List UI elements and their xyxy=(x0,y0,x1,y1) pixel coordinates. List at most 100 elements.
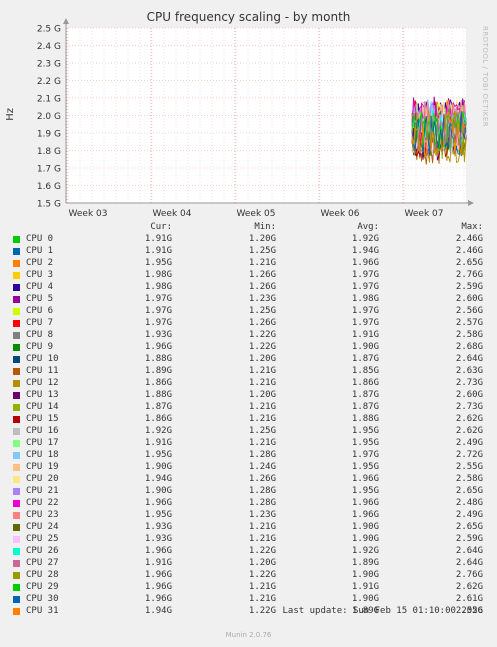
legend-min: 1.22G xyxy=(248,606,276,616)
legend-swatch xyxy=(13,548,20,555)
legend-row: CPU 12 1.86G 1.21G 1.86G 2.73G xyxy=(0,378,497,390)
legend-max: 2.56G xyxy=(455,306,483,316)
legend-swatch xyxy=(13,608,20,615)
legend-series-name: CPU 20 xyxy=(26,474,59,484)
legend-min: 1.20G xyxy=(248,234,276,244)
legend-avg: 1.91G xyxy=(351,330,379,340)
legend-max: 2.63G xyxy=(455,366,483,376)
y-tick-label: 1.9 G xyxy=(37,130,61,140)
legend-min: 1.22G xyxy=(248,546,276,556)
legend-min: 1.22G xyxy=(248,330,276,340)
legend-cur: 1.87G xyxy=(144,402,172,412)
legend-swatch xyxy=(13,440,20,447)
legend-cur: 1.96G xyxy=(144,594,172,604)
legend-max: 2.68G xyxy=(455,342,483,352)
legend-avg: 1.94G xyxy=(351,246,379,256)
legend-row: CPU 28 1.96G 1.22G 1.90G 2.76G xyxy=(0,570,497,582)
legend-max: 2.58G xyxy=(455,330,483,340)
legend-swatch xyxy=(13,536,20,543)
legend-min: 1.21G xyxy=(248,582,276,592)
legend-avg: 1.90G xyxy=(351,534,379,544)
legend-avg: 1.96G xyxy=(351,474,379,484)
legend-max: 2.62G xyxy=(455,426,483,436)
legend-max: 2.49G xyxy=(455,438,483,448)
legend-row: CPU 14 1.87G 1.21G 1.87G 2.73G xyxy=(0,402,497,414)
y-tick-label: 2.0 G xyxy=(37,112,61,122)
legend-swatch xyxy=(13,416,20,423)
legend-max: 2.73G xyxy=(455,378,483,388)
legend-avg: 1.96G xyxy=(351,498,379,508)
legend-cur: 1.95G xyxy=(144,450,172,460)
y-tick-label: 2.3 G xyxy=(37,60,61,70)
legend-avg: 1.95G xyxy=(351,426,379,436)
legend-row: CPU 10 1.88G 1.20G 1.87G 2.64G xyxy=(0,354,497,366)
legend-avg: 1.96G xyxy=(351,258,379,268)
legend-swatch xyxy=(13,344,20,351)
legend-series-name: CPU 21 xyxy=(26,486,59,496)
legend-avg: 1.90G xyxy=(351,522,379,532)
x-tick-label: Week 03 xyxy=(69,209,108,219)
legend-min: 1.21G xyxy=(248,594,276,604)
legend-series-name: CPU 23 xyxy=(26,510,59,520)
legend-avg: 1.89G xyxy=(351,558,379,568)
legend-max: 2.48G xyxy=(455,498,483,508)
legend-row: CPU 3 1.98G 1.26G 1.97G 2.76G xyxy=(0,270,497,282)
legend-min: 1.21G xyxy=(248,414,276,424)
legend-max: 2.61G xyxy=(455,594,483,604)
legend-min: 1.26G xyxy=(248,282,276,292)
x-tick-label: Week 04 xyxy=(153,209,192,219)
legend-cur: 1.97G xyxy=(144,294,172,304)
legend-swatch xyxy=(13,584,20,591)
legend-series-name: CPU 15 xyxy=(26,414,59,424)
legend-avg: 1.87G xyxy=(351,354,379,364)
legend-min: 1.21G xyxy=(248,438,276,448)
legend-swatch xyxy=(13,404,20,411)
legend-swatch xyxy=(13,356,20,363)
legend-swatch xyxy=(13,248,20,255)
legend-cur: 1.98G xyxy=(144,282,172,292)
legend-swatch xyxy=(13,572,20,579)
legend-series-name: CPU 17 xyxy=(26,438,59,448)
legend-series-name: CPU 27 xyxy=(26,558,59,568)
legend-row: CPU 0 1.91G 1.20G 1.92G 2.46G xyxy=(0,234,497,246)
legend-max: 2.46G xyxy=(455,246,483,256)
legend-swatch xyxy=(13,272,20,279)
x-tick-label: Week 05 xyxy=(237,209,276,219)
legend-swatch xyxy=(13,380,20,387)
legend-cur: 1.91G xyxy=(144,234,172,244)
legend-min: 1.21G xyxy=(248,366,276,376)
legend-series-name: CPU 9 xyxy=(26,342,54,352)
legend-avg: 1.87G xyxy=(351,402,379,412)
legend-avg: 1.95G xyxy=(351,438,379,448)
legend-row: CPU 27 1.91G 1.20G 1.89G 2.64G xyxy=(0,558,497,570)
legend-min: 1.28G xyxy=(248,486,276,496)
legend-series-name: CPU 4 xyxy=(26,282,54,292)
legend-avg: 1.97G xyxy=(351,318,379,328)
legend-row: CPU 17 1.91G 1.21G 1.95G 2.49G xyxy=(0,438,497,450)
legend-max: 2.64G xyxy=(455,354,483,364)
legend-cur: 1.91G xyxy=(144,438,172,448)
legend-min: 1.23G xyxy=(248,510,276,520)
legend-swatch xyxy=(13,524,20,531)
legend-min: 1.20G xyxy=(248,558,276,568)
legend-max: 2.65G xyxy=(455,486,483,496)
legend-row: CPU 23 1.95G 1.23G 1.96G 2.49G xyxy=(0,510,497,522)
legend-max: 2.49G xyxy=(455,510,483,520)
legend-avg: 1.85G xyxy=(351,366,379,376)
y-tick-label: 1.5 G xyxy=(37,200,61,210)
legend-row: CPU 2 1.95G 1.21G 1.96G 2.65G xyxy=(0,258,497,270)
legend-row: CPU 15 1.86G 1.21G 1.88G 2.62G xyxy=(0,414,497,426)
legend-cur: 1.96G xyxy=(144,498,172,508)
legend-series-name: CPU 2 xyxy=(26,258,54,268)
legend-series-name: CPU 22 xyxy=(26,498,59,508)
x-axis-arrow xyxy=(468,200,474,206)
legend-swatch xyxy=(13,452,20,459)
legend-cur: 1.97G xyxy=(144,306,172,316)
legend-avg: 1.92G xyxy=(351,234,379,244)
legend-max: 2.46G xyxy=(455,234,483,244)
legend-max: 2.72G xyxy=(455,450,483,460)
legend-swatch xyxy=(13,284,20,291)
legend-row: CPU 6 1.97G 1.25G 1.97G 2.56G xyxy=(0,306,497,318)
x-tick-label: Week 06 xyxy=(321,209,360,219)
legend-cur: 1.96G xyxy=(144,570,172,580)
